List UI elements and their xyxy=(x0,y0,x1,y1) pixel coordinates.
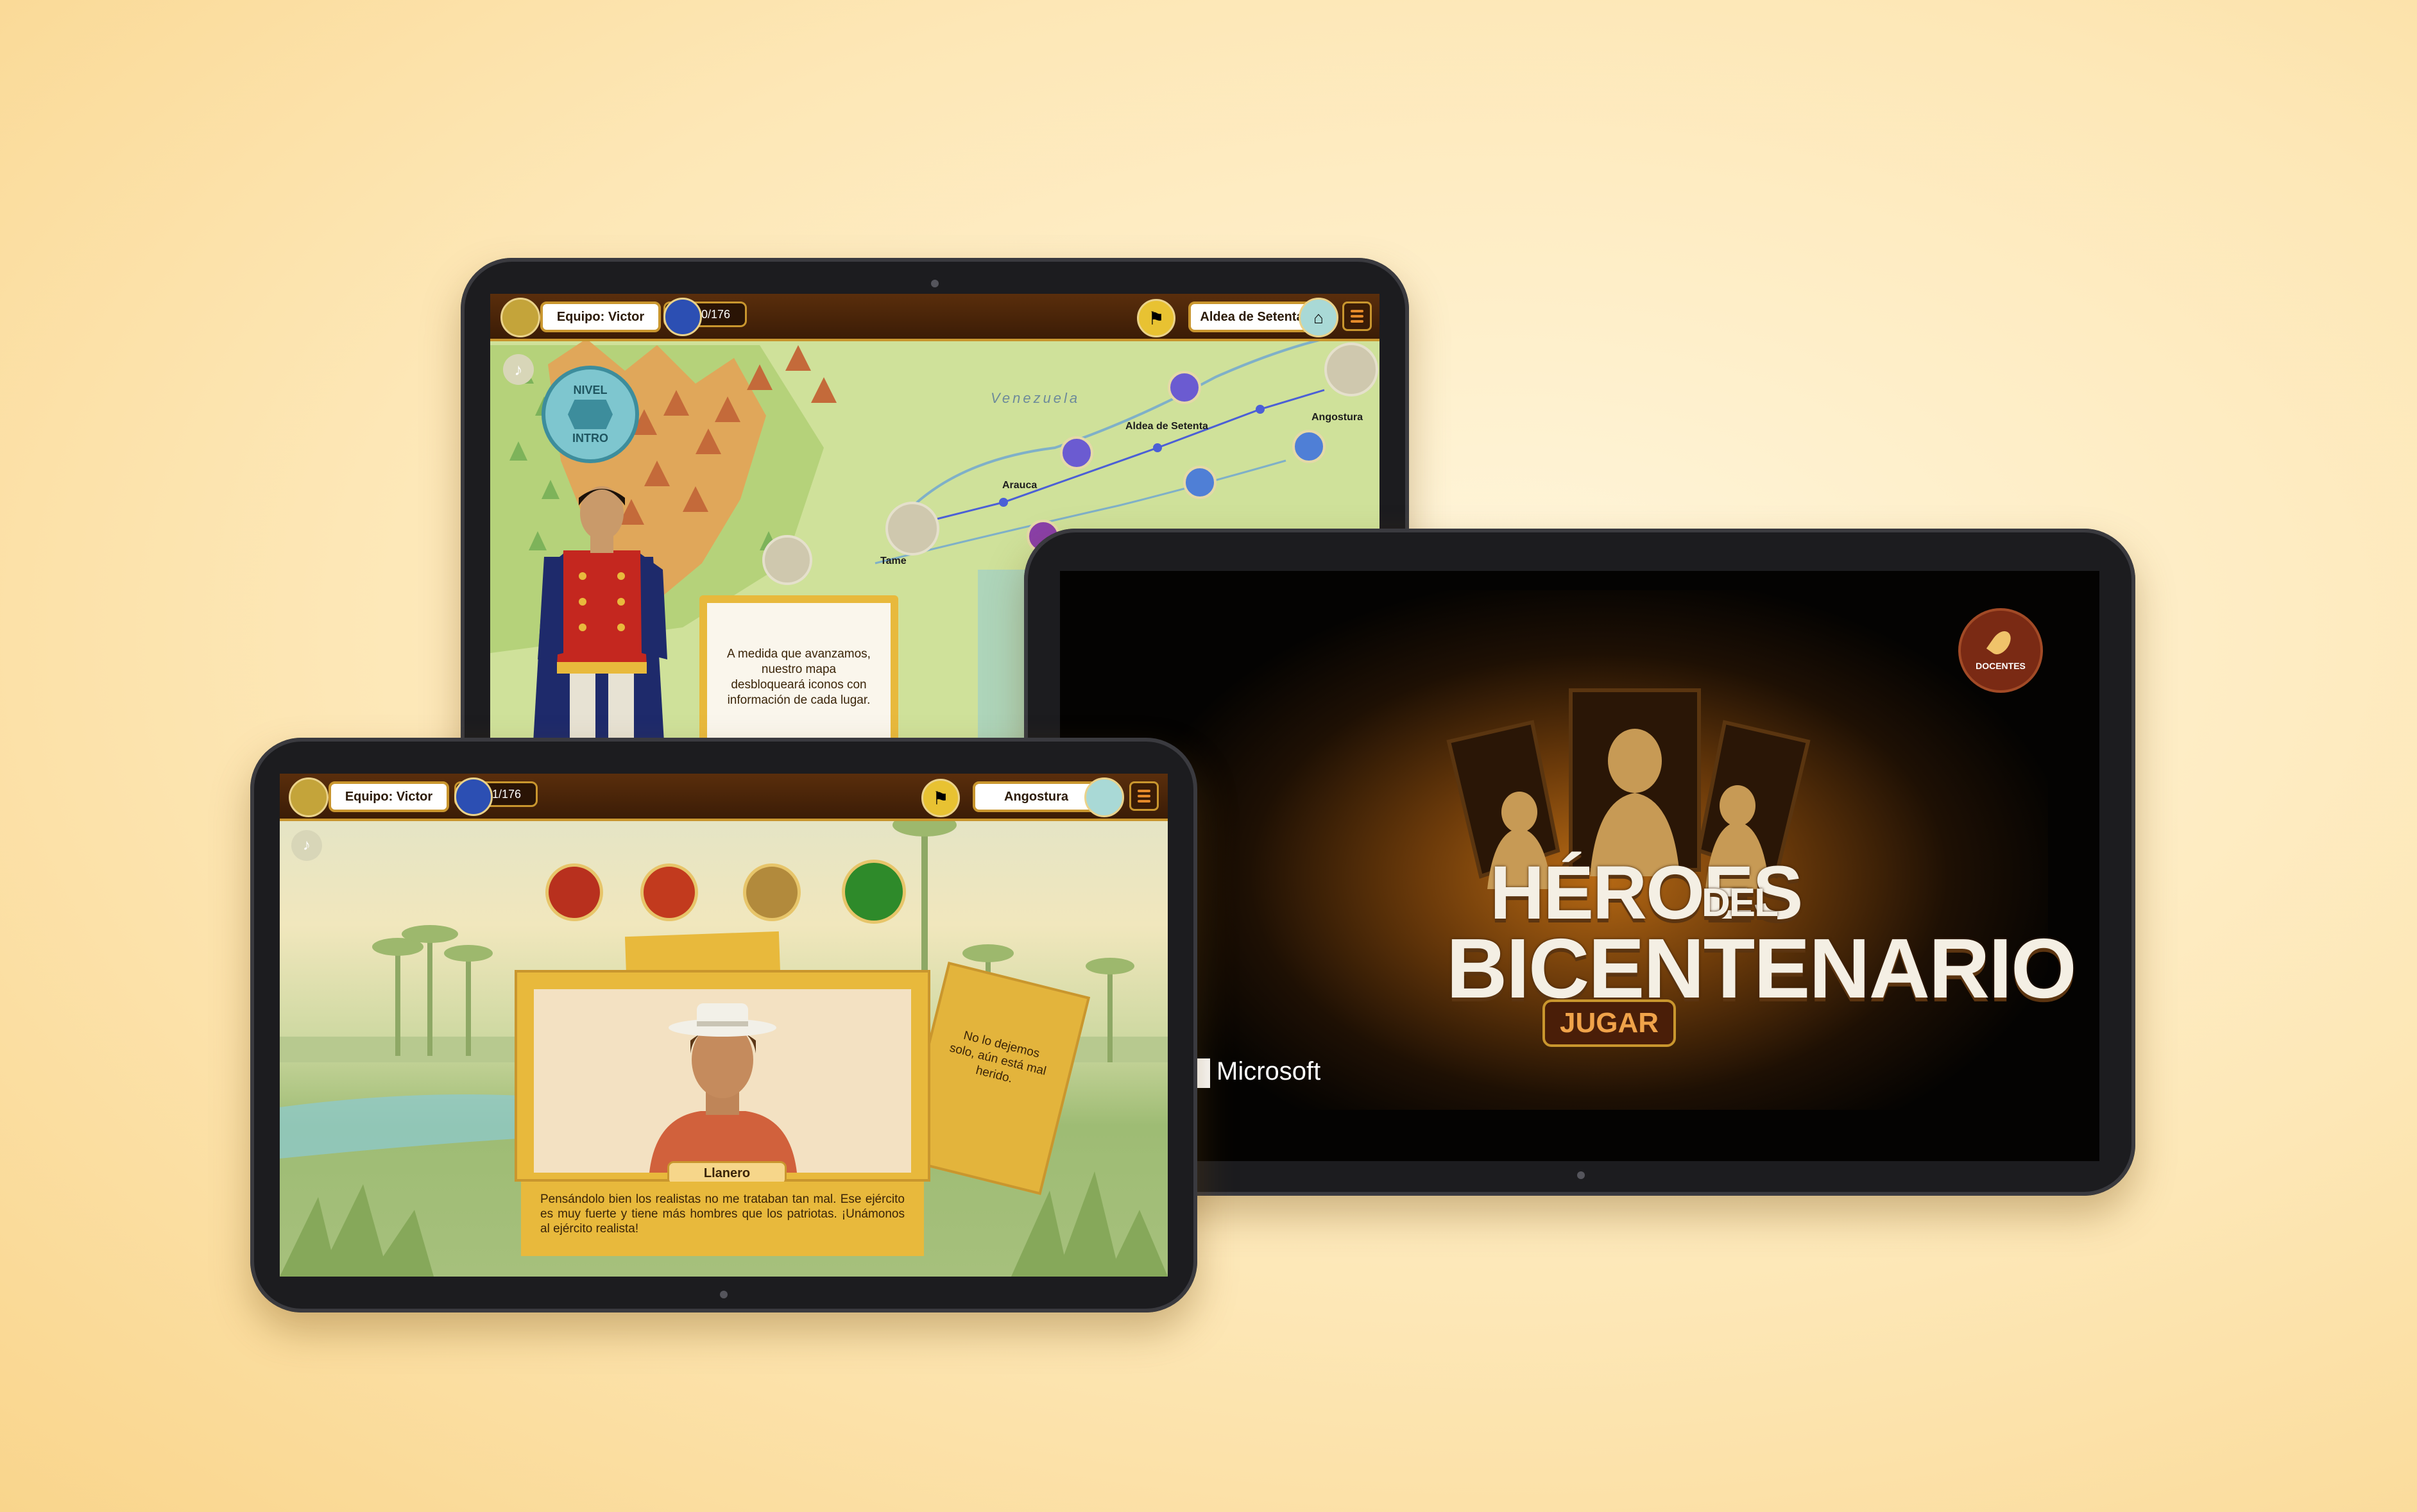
character-card: Llanero xyxy=(515,970,930,1185)
microsoft-logo-icon xyxy=(1196,1058,1210,1088)
team-label: Equipo: Victor xyxy=(329,781,449,812)
level-top-label: NIVEL xyxy=(573,384,608,396)
camera xyxy=(1577,1171,1585,1179)
title-screen: HÉROES DEL BICENTENARIO JUGAR DOCENTES M… xyxy=(1060,571,2099,1161)
score-moon-icon xyxy=(454,777,493,816)
menu-icon[interactable] xyxy=(1129,781,1159,811)
map-marker-3[interactable] xyxy=(1183,466,1217,499)
hero-medal-2[interactable] xyxy=(885,502,939,556)
play-button-label: JUGAR xyxy=(1559,1007,1659,1039)
mute-music-icon[interactable]: ♪ xyxy=(291,830,322,861)
title-del: DEL xyxy=(1702,881,1779,925)
quill-icon xyxy=(1986,627,2015,658)
level-bottom-label: INTRO xyxy=(572,432,608,445)
location-label: Angostura xyxy=(973,781,1100,812)
map-marker-4[interactable] xyxy=(1292,430,1326,463)
level-icon xyxy=(568,400,613,429)
choice-option-4[interactable] xyxy=(842,860,906,924)
map-marker-1[interactable] xyxy=(1168,371,1201,404)
music-note-icon[interactable]: ♪ xyxy=(503,354,534,385)
place-aldea: Aldea de Setenta xyxy=(1125,421,1208,432)
llanero-illustration xyxy=(649,1003,797,1173)
choice-option-3[interactable] xyxy=(743,863,801,921)
dialogue-hud: Equipo: Victor 1/176 ⚑ Angostura xyxy=(280,774,1168,821)
menu-icon[interactable] xyxy=(1342,302,1372,331)
team-label: Equipo: Victor xyxy=(540,302,661,332)
score-moon-icon xyxy=(663,298,702,336)
dialogue-text: Pensándolo bien los realistas no me trat… xyxy=(540,1193,905,1236)
map-hud: Equipo: Victor 0/176 ⚑ Aldea de Setenta … xyxy=(490,294,1379,341)
title-bicentenario: BICENTENARIO xyxy=(1446,921,2077,1015)
tablet-dialogue: No lo dejemos solo, aún está mal herido.… xyxy=(250,738,1197,1312)
hero-bolivar-illustration xyxy=(531,486,667,775)
map-marker-2[interactable] xyxy=(1060,436,1093,470)
place-tame: Tame xyxy=(880,556,907,566)
choice-option-2[interactable] xyxy=(640,863,698,921)
flag-icon[interactable]: ⚑ xyxy=(1137,299,1175,337)
flag-icon[interactable]: ⚑ xyxy=(921,779,960,817)
location-label: Aldea de Setenta xyxy=(1188,302,1315,332)
hero-medal-3[interactable] xyxy=(762,535,812,585)
play-button[interactable]: JUGAR xyxy=(1542,999,1676,1047)
side-card-text: No lo dejemos solo, aún está mal herido. xyxy=(948,1028,1048,1086)
camera xyxy=(931,280,939,287)
dialogue-screen: No lo dejemos solo, aún está mal herido.… xyxy=(280,774,1168,1277)
camera xyxy=(720,1291,728,1298)
dialogue-box: Pensándolo bien los realistas no me trat… xyxy=(521,1182,924,1256)
home-icon[interactable]: ⌂ xyxy=(1299,298,1338,337)
team-hat-icon xyxy=(289,777,329,817)
character-portrait xyxy=(534,989,911,1173)
character-name: Llanero xyxy=(703,1166,751,1180)
hero-medal-1[interactable] xyxy=(1324,343,1378,396)
teachers-label: DOCENTES xyxy=(1976,661,2026,671)
info-card-text: A medida que avanzamos, nuestro mapa des… xyxy=(727,647,871,707)
brand-label: Microsoft xyxy=(1217,1057,1321,1085)
region-label: Venezuela xyxy=(991,390,1080,406)
choice-option-1[interactable] xyxy=(545,863,603,921)
level-badge[interactable]: NIVEL INTRO xyxy=(542,366,639,463)
character-avatar-icon[interactable] xyxy=(1084,777,1124,817)
place-angostura: Angostura xyxy=(1311,412,1363,423)
teachers-button[interactable]: DOCENTES xyxy=(1958,608,2043,693)
place-arauca: Arauca xyxy=(1002,480,1038,491)
team-hat-icon xyxy=(500,298,540,337)
